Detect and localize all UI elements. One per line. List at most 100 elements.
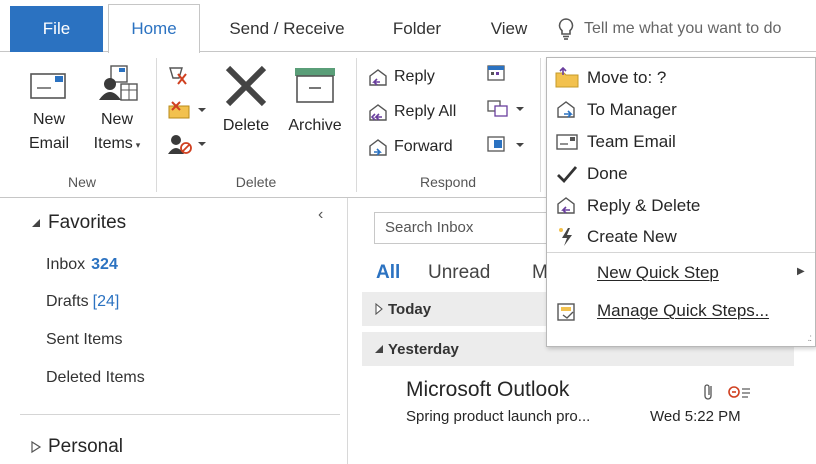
archive-box-icon bbox=[295, 68, 335, 103]
folder-pane: Favorites ‹ Inbox 324 Drafts [24] Sent Ite… bbox=[0, 198, 348, 464]
lightbulb-icon bbox=[558, 18, 574, 40]
message-icons bbox=[702, 382, 752, 402]
lightning-icon bbox=[553, 225, 581, 249]
new-items-label-1: New bbox=[100, 111, 133, 128]
quick-step-done[interactable]: Done bbox=[547, 158, 815, 189]
group-yesterday-label: Yesterday bbox=[388, 340, 459, 358]
junk-button[interactable] bbox=[166, 130, 210, 160]
tab-view[interactable]: View bbox=[474, 6, 544, 52]
group-separator bbox=[540, 58, 541, 192]
attachment-icon bbox=[704, 384, 712, 400]
new-items-icon bbox=[99, 65, 138, 101]
reply-all-icon bbox=[369, 104, 387, 121]
submenu-arrow-icon: ▶ bbox=[797, 266, 805, 277]
meeting-button[interactable] bbox=[486, 64, 516, 88]
flag-reminder-icon bbox=[728, 386, 750, 398]
new-quick-step-item[interactable]: New Quick Step bbox=[597, 263, 719, 283]
im-button[interactable] bbox=[486, 98, 530, 122]
quick-step-move-to[interactable]: Move to: ? bbox=[547, 62, 815, 93]
delete-label: Delete bbox=[222, 117, 270, 134]
new-email-label-1: New bbox=[32, 111, 65, 128]
reply-all-label: Reply All bbox=[394, 103, 457, 120]
new-email-icon bbox=[30, 73, 66, 99]
new-items-button[interactable]: New Items ▾ bbox=[86, 62, 148, 157]
delete-x-icon bbox=[225, 65, 267, 107]
quick-step-to-manager[interactable]: To Manager bbox=[547, 94, 815, 125]
message-subject: Spring product launch pro... bbox=[406, 408, 591, 425]
archive-label: Archive bbox=[288, 117, 342, 134]
quick-step-label: Reply & Delete bbox=[587, 195, 701, 215]
drafts-count: [24] bbox=[92, 293, 120, 310]
folder-deleted-items[interactable]: Deleted Items bbox=[46, 369, 145, 387]
message-sender: Microsoft Outlook bbox=[406, 378, 570, 401]
message-time: Wed 5:22 PM bbox=[650, 408, 741, 425]
reply-icon bbox=[369, 69, 387, 86]
delete-button[interactable]: Delete bbox=[218, 64, 274, 138]
folder-move-icon bbox=[553, 66, 581, 90]
tab-folder[interactable]: Folder bbox=[372, 6, 462, 52]
folder-sent-items[interactable]: Sent Items bbox=[46, 331, 122, 349]
ribbon-tab-bar: File Home Send / Receive Folder View Tel… bbox=[0, 0, 816, 53]
reply-all-button[interactable]: Reply All bbox=[366, 97, 456, 127]
tab-file[interactable]: File bbox=[10, 6, 103, 52]
collapse-pane-icon[interactable]: ‹ bbox=[318, 206, 323, 224]
reply-label: Reply bbox=[394, 68, 435, 85]
manage-quick-steps-icon bbox=[553, 300, 581, 324]
quick-step-create-new[interactable]: Create New bbox=[547, 221, 815, 252]
group-label-respond: Respond bbox=[419, 174, 477, 190]
forward-button[interactable]: Forward bbox=[366, 132, 453, 162]
favorites-label: Favorites bbox=[48, 212, 127, 233]
group-separator bbox=[156, 58, 157, 192]
group-label-new: New bbox=[67, 174, 96, 190]
new-email-label-2: Email bbox=[28, 135, 69, 152]
expanded-triangle-icon bbox=[32, 219, 40, 227]
archive-button[interactable]: Archive bbox=[282, 64, 348, 138]
group-label-delete: Delete bbox=[235, 174, 277, 190]
tab-home[interactable]: Home bbox=[108, 4, 200, 53]
ignore-button[interactable] bbox=[166, 62, 202, 92]
quick-step-label: To Manager bbox=[587, 99, 677, 119]
personal-label: Personal bbox=[48, 436, 123, 457]
quick-step-label: Create New bbox=[587, 226, 677, 246]
folder-drafts[interactable]: Drafts [24] bbox=[46, 293, 119, 311]
new-email-button[interactable]: New Email bbox=[18, 66, 80, 156]
clean-up-icon bbox=[168, 101, 206, 119]
quick-step-reply-delete[interactable]: Reply & Delete bbox=[547, 190, 815, 221]
forward-icon bbox=[369, 139, 387, 156]
collapsed-triangle-icon bbox=[31, 440, 42, 454]
favorites-header[interactable]: Favorites bbox=[30, 212, 126, 234]
meeting-icon bbox=[487, 65, 505, 81]
tell-me-box[interactable]: Tell me what you want to do bbox=[556, 6, 816, 52]
forward-manager-icon bbox=[553, 98, 581, 122]
quick-step-label: Move to: ? bbox=[587, 67, 667, 87]
more-respond-button[interactable] bbox=[486, 134, 530, 158]
reply-delete-icon bbox=[553, 194, 581, 218]
group-separator bbox=[356, 58, 357, 192]
junk-icon bbox=[168, 135, 206, 154]
personal-header[interactable]: Personal bbox=[30, 436, 123, 458]
manage-quick-steps-label: Manage Quick Steps... bbox=[597, 301, 769, 320]
quick-steps-menu: Move to: ? To Manager Team Email Done Re… bbox=[546, 57, 816, 347]
expanded-triangle-icon bbox=[375, 345, 383, 353]
filter-all[interactable]: All bbox=[376, 262, 400, 284]
tab-send-receive[interactable]: Send / Receive bbox=[212, 6, 362, 52]
ignore-icon bbox=[169, 67, 187, 85]
checkmark-icon bbox=[553, 162, 581, 186]
instant-message-icon bbox=[487, 100, 524, 117]
more-respond-icon bbox=[487, 136, 524, 152]
folder-inbox-label: Inbox bbox=[46, 256, 86, 273]
folder-inbox[interactable]: Inbox 324 bbox=[46, 256, 118, 274]
search-inbox-input[interactable]: Search Inbox bbox=[374, 212, 574, 244]
filter-unread[interactable]: Unread bbox=[428, 262, 490, 284]
quick-step-label: Done bbox=[587, 163, 628, 183]
forward-label: Forward bbox=[394, 138, 453, 155]
team-email-icon bbox=[553, 130, 581, 154]
pane-divider bbox=[20, 414, 340, 415]
inbox-unread-count: 324 bbox=[91, 256, 118, 273]
resize-grip-icon[interactable]: .: bbox=[807, 333, 811, 344]
clean-up-button[interactable] bbox=[166, 96, 210, 126]
collapsed-triangle-icon bbox=[375, 303, 383, 315]
quick-step-team-email[interactable]: Team Email bbox=[547, 126, 815, 157]
tell-me-text: Tell me what you want to do bbox=[584, 20, 782, 37]
reply-button[interactable]: Reply bbox=[366, 62, 435, 92]
